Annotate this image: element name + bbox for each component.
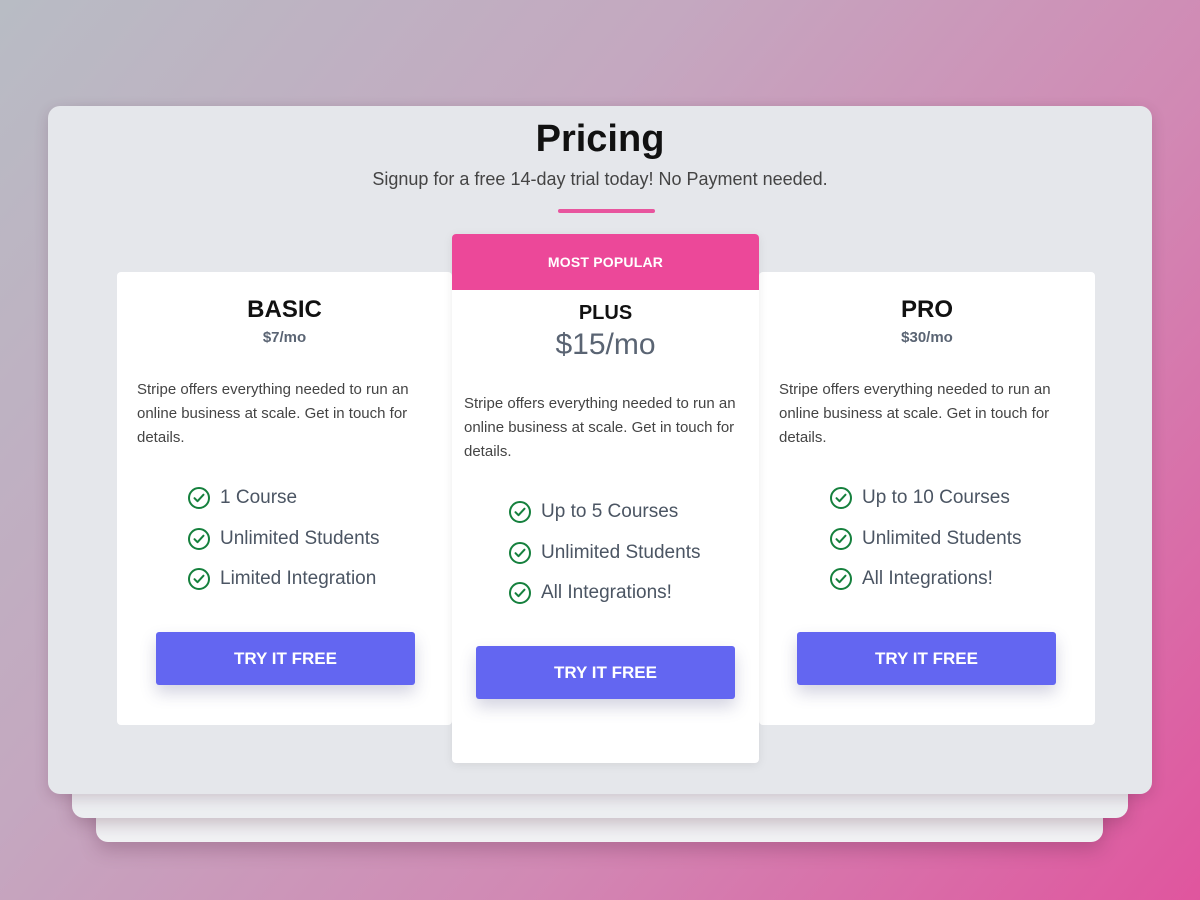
feature-label: 1 Course <box>220 487 298 509</box>
feature-item: Unlimited Students <box>829 519 1021 560</box>
check-circle-icon <box>188 487 210 510</box>
feature-item: 1 Course <box>187 478 379 519</box>
feature-item: Unlimited Students <box>508 533 700 574</box>
try-it-free-button-basic[interactable]: TRY IT FREE <box>156 632 415 685</box>
pricing-card-plus: MOST POPULAR PLUS $15/mo Stripe offers e… <box>452 234 759 763</box>
pricing-card-pro: PRO $30/mo Stripe offers everything need… <box>759 272 1095 725</box>
plan-name: PLUS <box>578 302 633 324</box>
title-divider <box>558 209 655 213</box>
check-circle-icon <box>509 501 531 524</box>
plan-price: $7/mo <box>262 329 307 346</box>
try-it-free-button-plus[interactable]: TRY IT FREE <box>476 646 735 699</box>
feature-label: Unlimited Students <box>541 541 701 563</box>
plan-name: BASIC <box>247 296 322 323</box>
feature-label: Up to 10 Courses <box>862 487 1010 509</box>
feature-item: Up to 10 Courses <box>829 478 1021 519</box>
feature-list: Up to 5 Courses Unlimited Students All I… <box>508 492 700 614</box>
check-circle-icon <box>188 527 210 550</box>
feature-item: Up to 5 Courses <box>508 492 700 533</box>
feature-list: Up to 10 Courses Unlimited Students All … <box>829 478 1021 600</box>
pricing-card-basic: BASIC $7/mo Stripe offers everything nee… <box>117 272 452 725</box>
plan-description: Stripe offers everything needed to run a… <box>137 381 409 446</box>
check-circle-icon <box>830 487 852 510</box>
check-circle-icon <box>188 568 210 591</box>
page-subtitle: Signup for a free 14-day trial today! No… <box>372 169 828 189</box>
plan-name: PRO <box>900 296 953 323</box>
plan-description: Stripe offers everything needed to run a… <box>779 381 1051 446</box>
feature-list: 1 Course Unlimited Students Limited Inte… <box>187 478 379 600</box>
feature-label: Limited Integration <box>220 568 377 590</box>
feature-item: All Integrations! <box>508 573 700 614</box>
feature-label: Unlimited Students <box>862 527 1022 549</box>
page-title: Pricing <box>535 118 665 160</box>
feature-label: All Integrations! <box>541 582 672 604</box>
feature-label: All Integrations! <box>862 568 993 590</box>
plan-price: $15/mo <box>555 328 656 361</box>
try-it-free-button-pro[interactable]: TRY IT FREE <box>797 632 1056 685</box>
feature-item: Limited Integration <box>187 559 379 600</box>
plan-description: Stripe offers everything needed to run a… <box>464 395 736 460</box>
plan-price: $30/mo <box>901 329 953 346</box>
feature-item: All Integrations! <box>829 559 1021 600</box>
feature-label: Up to 5 Courses <box>541 501 679 523</box>
most-popular-badge: MOST POPULAR <box>452 234 759 290</box>
check-circle-icon <box>509 541 531 564</box>
feature-label: Unlimited Students <box>220 527 380 549</box>
check-circle-icon <box>830 527 852 550</box>
feature-item: Unlimited Students <box>187 519 379 560</box>
check-circle-icon <box>830 568 852 591</box>
check-circle-icon <box>509 582 531 605</box>
